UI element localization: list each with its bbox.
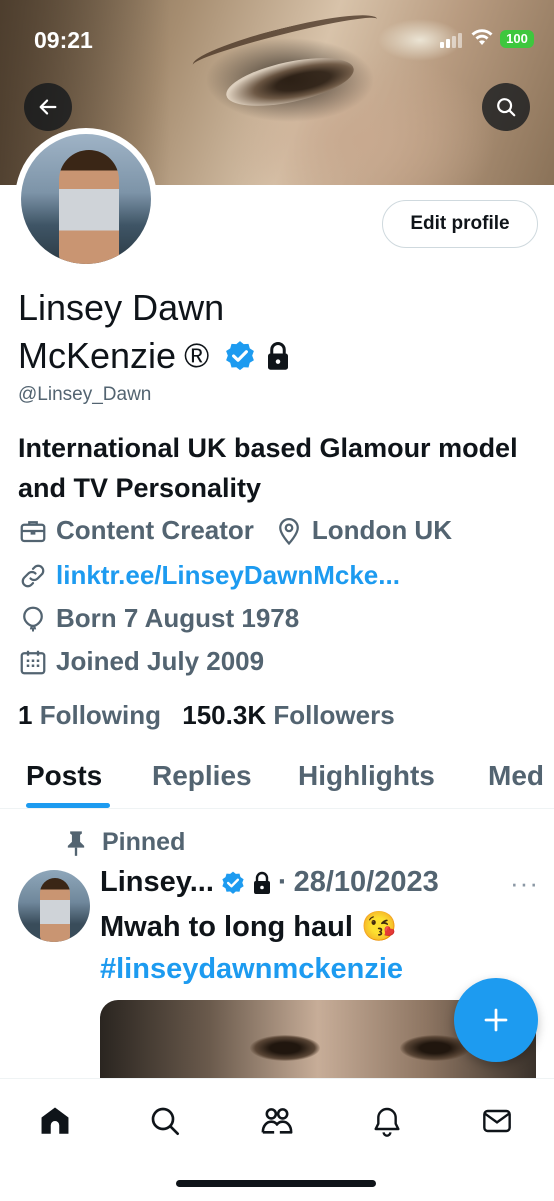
profile-category: Content Creator bbox=[56, 515, 254, 545]
following-label: Following bbox=[39, 700, 162, 730]
profile-handle: @Linsey_Dawn bbox=[18, 384, 152, 405]
post-author-name[interactable]: Linsey... bbox=[100, 866, 214, 899]
followers-count: 150.3K bbox=[182, 700, 267, 730]
post-date[interactable]: 28/10/2023 bbox=[294, 866, 439, 899]
notifications-icon bbox=[374, 1107, 400, 1137]
search-button[interactable] bbox=[482, 83, 530, 131]
pin-icon bbox=[67, 830, 85, 856]
status-time: 09:21 bbox=[34, 27, 93, 53]
post-text: Mwah to long haul 😘 bbox=[100, 911, 398, 943]
meta-row-link[interactable]: linktr.ee/LinseyDawnMcke... bbox=[18, 560, 400, 591]
lock-icon bbox=[253, 871, 270, 894]
avatar-photo bbox=[21, 134, 151, 264]
home-icon bbox=[41, 1107, 69, 1134]
pinned-label-row: Pinned bbox=[64, 828, 185, 857]
post-header: Linsey... · 28/10/2023 bbox=[100, 866, 439, 899]
follow-stats: 1 Following 150.3K Followers bbox=[18, 700, 395, 731]
profile-joined: Joined July 2009 bbox=[56, 646, 265, 676]
wifi-icon bbox=[471, 29, 493, 45]
battery-indicator: 100 bbox=[500, 30, 534, 48]
profile-avatar[interactable] bbox=[15, 128, 157, 270]
link-icon bbox=[21, 564, 45, 587]
nav-search[interactable] bbox=[143, 1099, 187, 1143]
post-body: Mwah to long haul 😘 #linseydawnmckenzie bbox=[100, 906, 403, 990]
calendar-icon bbox=[20, 650, 46, 674]
lock-icon bbox=[268, 342, 289, 370]
compose-button[interactable] bbox=[454, 978, 538, 1062]
profile-link[interactable]: linktr.ee/LinseyDawnMcke... bbox=[56, 560, 400, 591]
profile-name: Linsey Dawn McKenzie ® bbox=[18, 284, 438, 380]
followers-label: Followers bbox=[273, 700, 395, 730]
status-bar: 09:21 100 bbox=[0, 0, 554, 80]
verified-badge-icon bbox=[222, 871, 244, 894]
briefcase-icon bbox=[20, 520, 46, 542]
nav-messages[interactable] bbox=[475, 1099, 519, 1143]
tab-media[interactable]: Med bbox=[488, 760, 544, 792]
post-author-avatar[interactable] bbox=[18, 870, 90, 942]
following-count: 1 bbox=[18, 700, 33, 730]
profile-born: Born 7 August 1978 bbox=[56, 603, 300, 633]
name-line1: Linsey Dawn bbox=[18, 287, 225, 328]
post-separator: · bbox=[277, 866, 288, 898]
pinned-label: Pinned bbox=[102, 828, 186, 856]
verified-badge-icon bbox=[226, 341, 255, 371]
profile-location: London UK bbox=[311, 515, 452, 545]
plus-icon bbox=[484, 1008, 508, 1032]
tab-replies[interactable]: Replies bbox=[152, 760, 252, 792]
back-button[interactable] bbox=[24, 83, 72, 131]
post-hashtag[interactable]: #linseydawnmckenzie bbox=[100, 948, 403, 990]
name-line2: McKenzie bbox=[18, 335, 177, 376]
active-tab-indicator bbox=[26, 803, 110, 808]
search-icon bbox=[151, 1107, 179, 1135]
balloon-icon bbox=[23, 606, 43, 631]
signal-icon bbox=[440, 33, 462, 48]
post-more-button[interactable]: ··· bbox=[510, 868, 539, 899]
profile-bio: International UK based Glamour model and… bbox=[18, 433, 518, 503]
meta-row-category-location: Content Creator London UK bbox=[18, 515, 452, 546]
communities-icon bbox=[261, 1108, 293, 1134]
profile-tabs: Posts Replies Highlights Med bbox=[0, 752, 554, 809]
registered-symbol: ® bbox=[184, 337, 210, 375]
edit-profile-button[interactable]: Edit profile bbox=[382, 200, 538, 248]
nav-home[interactable] bbox=[33, 1099, 77, 1143]
nav-communities[interactable] bbox=[255, 1099, 299, 1143]
followers-link[interactable]: 150.3K Followers bbox=[182, 700, 394, 730]
nav-notifications[interactable] bbox=[365, 1099, 409, 1143]
search-icon bbox=[497, 98, 516, 117]
home-indicator bbox=[176, 1180, 376, 1187]
following-link[interactable]: 1 Following bbox=[18, 700, 161, 730]
meta-row-joined: Joined July 2009 bbox=[18, 646, 264, 677]
location-pin-icon bbox=[279, 517, 299, 545]
tab-posts[interactable]: Posts bbox=[26, 760, 102, 792]
tab-highlights[interactable]: Highlights bbox=[298, 760, 435, 792]
meta-row-born: Born 7 August 1978 bbox=[18, 603, 299, 634]
media-eye-left bbox=[250, 1035, 320, 1061]
arrow-left-icon bbox=[39, 99, 57, 115]
messages-icon bbox=[483, 1109, 511, 1133]
